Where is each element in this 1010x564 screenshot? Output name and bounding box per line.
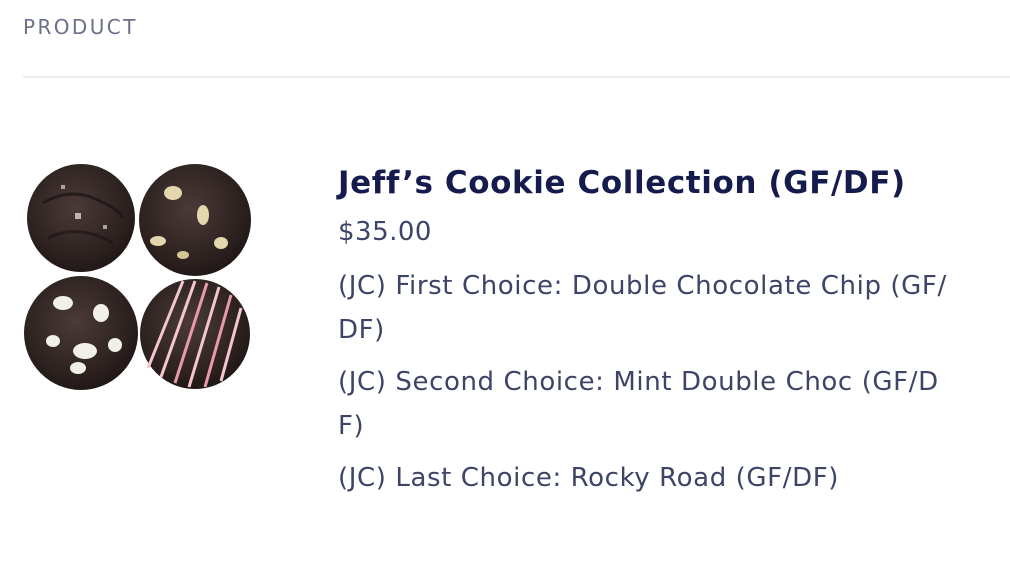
option-last-choice: (JC) Last Choice: Rocky Road (GF/DF)	[338, 463, 839, 493]
cookie-4	[140, 279, 250, 389]
cookie-2	[139, 164, 251, 276]
section-label: PRODUCT	[23, 15, 138, 39]
option-first-choice: (JC) First Choice: Double Chocolate Chip…	[338, 271, 947, 345]
option-second-choice: (JC) Second Choice: Mint Double Choc (GF…	[338, 367, 939, 441]
order-summary: PRODUCT Jeff’s Cookie Collection (GF/DF)…	[0, 0, 1010, 564]
product-price: $35.00	[338, 217, 432, 247]
product-image	[23, 163, 254, 394]
cookie-3	[24, 276, 138, 390]
cookie-1	[27, 164, 135, 272]
product-info: Jeff’s Cookie Collection (GF/DF) $35.00 …	[338, 158, 968, 500]
divider	[23, 76, 1010, 78]
product-title: Jeff’s Cookie Collection (GF/DF)	[338, 165, 906, 201]
